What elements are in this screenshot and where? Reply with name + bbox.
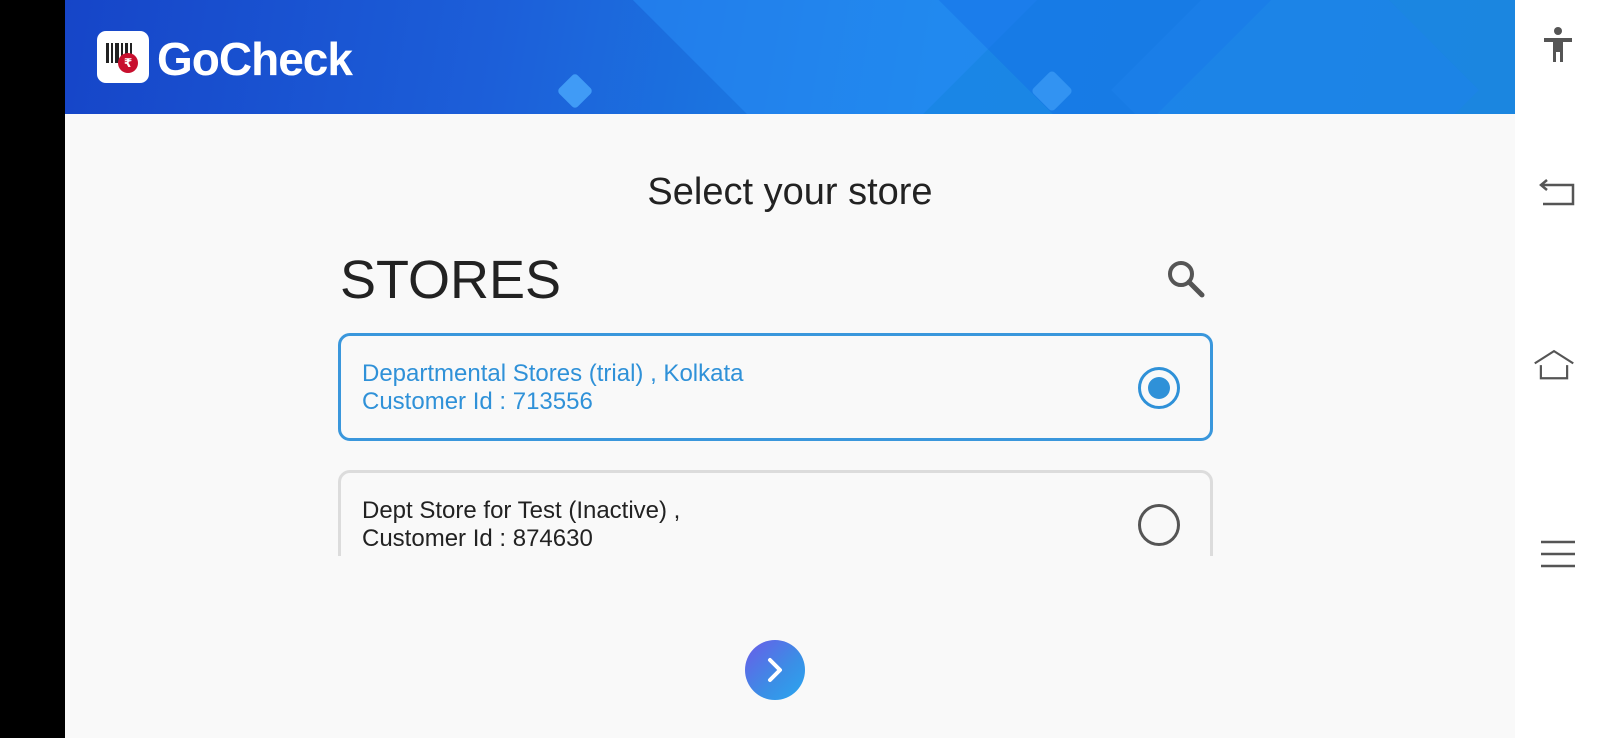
- menu-icon[interactable]: [1537, 533, 1579, 575]
- accessibility-icon[interactable]: [1537, 24, 1579, 66]
- store-customer-id: Customer Id : 874630: [362, 525, 593, 552]
- store-name: Departmental Stores (trial) , Kolkata: [362, 360, 744, 387]
- app-logo: ₹: [97, 31, 149, 83]
- app-header: ₹ GoCheck: [65, 0, 1515, 114]
- store-item[interactable]: Dept Store for Test (Inactive) , Custome…: [338, 470, 1213, 556]
- store-list[interactable]: Departmental Stores (trial) , Kolkata Cu…: [338, 333, 1213, 556]
- store-info: Dept Store for Test (Inactive) , Custome…: [362, 497, 680, 553]
- rupee-icon: ₹: [118, 53, 138, 73]
- store-info: Departmental Stores (trial) , Kolkata Cu…: [362, 360, 743, 416]
- home-icon[interactable]: [1534, 345, 1579, 387]
- system-nav-bar: [1515, 0, 1600, 738]
- left-screen-edge: [0, 0, 65, 738]
- store-item-selected[interactable]: Departmental Stores (trial) , Kolkata Cu…: [338, 333, 1213, 441]
- radio-unselected[interactable]: [1138, 504, 1180, 546]
- stores-heading: STORES: [340, 250, 562, 310]
- page-title: Select your store: [647, 171, 933, 213]
- chevron-right-icon: [768, 658, 782, 682]
- app-screen: ₹ GoCheck Select your store STORES Depar…: [65, 0, 1515, 738]
- header-decoration: [556, 72, 594, 110]
- back-icon[interactable]: [1537, 172, 1579, 214]
- store-customer-id: Customer Id : 713556: [362, 388, 593, 415]
- radio-dot: [1148, 377, 1170, 399]
- brand-name: GoCheck: [157, 33, 353, 85]
- store-name: Dept Store for Test (Inactive) ,: [362, 497, 681, 524]
- search-icon[interactable]: [1165, 258, 1207, 300]
- radio-selected[interactable]: [1138, 367, 1180, 409]
- next-button[interactable]: [745, 640, 805, 700]
